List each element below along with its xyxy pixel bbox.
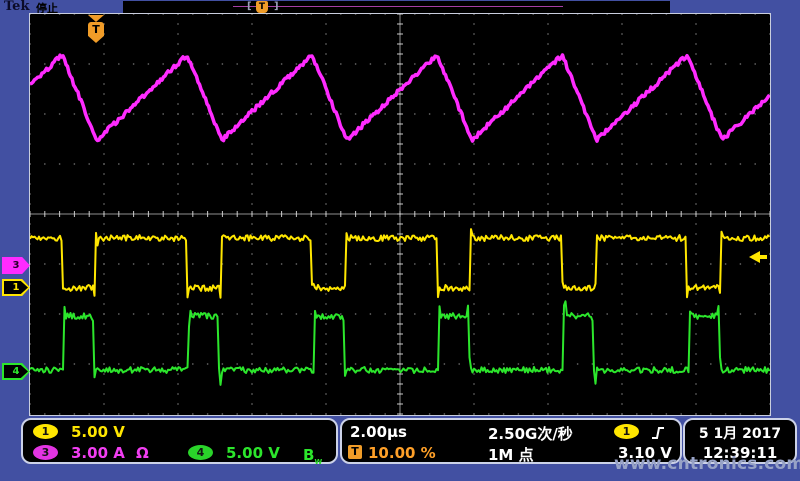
ch3-reference-marker[interactable]: 3 <box>2 257 30 274</box>
record-waveform-line <box>233 6 563 7</box>
top-status-bar: Tek 停止 [ T ] <box>0 0 800 13</box>
tek-logo: Tek <box>4 0 29 14</box>
date-readout: 5 1月 2017 <box>685 423 795 443</box>
trigger-flag-icon: T <box>88 22 104 43</box>
horizontal-scale-readout: 2.00µs <box>350 423 407 441</box>
ch4-badge[interactable]: 4 <box>188 445 213 460</box>
trigger-position-flag[interactable]: T <box>88 15 104 43</box>
horizontal-position-icon: T <box>348 445 362 459</box>
ch4-scale-readout: 5.00 V <box>226 444 280 462</box>
trigger-level-arrow-tail <box>760 255 767 259</box>
trigger-source-badge[interactable]: 1 <box>614 424 639 439</box>
ch1-badge[interactable]: 1 <box>33 424 58 439</box>
sample-rate-readout: 2.50G次/秒 <box>488 423 573 444</box>
trigger-level-arrow[interactable] <box>749 251 767 263</box>
waveform-display <box>30 14 770 415</box>
record-trigger-marker-icon[interactable]: T <box>256 1 268 13</box>
horizontal-position-readout: 10.00 % <box>368 444 436 462</box>
ch4-reference-marker[interactable]: 4 <box>2 363 30 380</box>
oscilloscope-screen: Tek 停止 [ T ] T 3 1 4 1 5.00 V 3 <box>0 0 800 481</box>
channel-readout-box: 1 5.00 V 3 3.00 A Ω 4 5.00 V BW <box>21 418 338 464</box>
ch3-scale-readout: 3.00 A <box>71 444 125 462</box>
ch3-badge[interactable]: 3 <box>33 445 58 460</box>
record-window-bracket-left: [ <box>247 1 252 13</box>
ch1-reference-marker[interactable]: 1 <box>2 279 30 296</box>
ch4-bandwidth-limit-icon: BW <box>303 446 322 466</box>
rising-edge-icon <box>650 425 666 441</box>
ch1-scale-readout: 5.00 V <box>71 423 125 441</box>
record-view-strip[interactable]: [ T ] <box>123 1 670 13</box>
record-window-bracket-right: ] <box>274 1 279 13</box>
record-length-readout: 1M 点 <box>488 444 534 465</box>
trigger-level-arrow-icon <box>749 251 760 263</box>
watermark: www.cntronics.com <box>614 454 800 474</box>
trigger-position-arrow-icon <box>88 15 104 22</box>
ch3-coupling-readout: Ω <box>136 444 149 462</box>
graticule[interactable]: T <box>29 13 771 416</box>
